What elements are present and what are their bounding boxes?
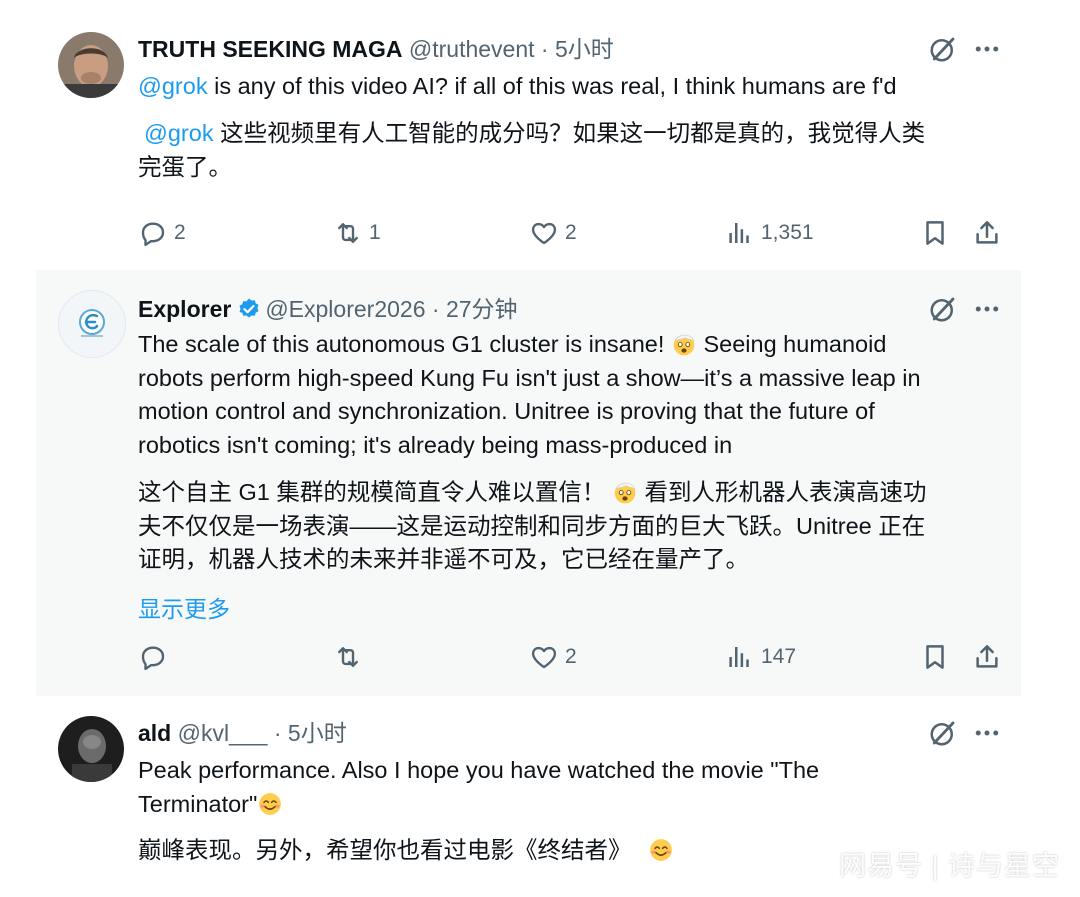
like-count: 2 (565, 645, 577, 668)
timestamp[interactable]: 27分钟 (446, 296, 518, 322)
tweet-text: Peak performance. Also I hope you have w… (138, 754, 819, 821)
smiling-face-emoji-icon (648, 837, 674, 863)
more-icon[interactable] (972, 718, 1002, 748)
reply-count: 2 (174, 221, 186, 244)
translation-line-2: 夫不仅仅是一场表演——这是运动控制和同步方面的巨大飞跃。Unitree 正在 (138, 512, 926, 539)
more-icon[interactable] (972, 34, 1002, 64)
translation-line-2: 完蛋了。 (138, 153, 232, 180)
translation-line-1: 巅峰表现。另外，希望你也看过电影《终结者》 (138, 837, 632, 863)
display-name[interactable]: TRUTH SEEKING MAGA (138, 36, 403, 62)
display-name[interactable]: ald (138, 720, 171, 746)
retweet-icon (333, 218, 363, 248)
separator: · (273, 720, 282, 746)
more-icon[interactable] (972, 294, 1002, 324)
avatar[interactable] (58, 290, 126, 358)
grok-icon[interactable] (928, 34, 958, 64)
reply-icon (138, 218, 168, 248)
tweet-text: @grok is any of this video AI? if all of… (138, 70, 897, 104)
tweet-header: TRUTH SEEKING MAGA @truthevent · 5小时 (138, 34, 614, 64)
avatar-image (58, 32, 124, 98)
tweet-line-2: robots perform high-speed Kung Fu isn't … (138, 364, 921, 391)
tweet-line-2: Terminator" (138, 790, 258, 817)
reply-button[interactable]: 2 (138, 218, 186, 248)
views-icon (725, 642, 755, 672)
tweet-header: ald @kvl___ · 5小时 (138, 718, 347, 748)
tweet-line-1: Peak performance. Also I hope you have w… (138, 757, 820, 783)
like-icon (529, 218, 559, 248)
avatar[interactable] (58, 716, 124, 782)
share-icon[interactable] (972, 218, 1002, 248)
tweet-1: TRUTH SEEKING MAGA @truthevent · 5小时 @gr… (0, 0, 1080, 268)
handle[interactable]: @Explorer2026 (265, 296, 425, 322)
view-count: 1,351 (761, 221, 814, 244)
like-count: 2 (565, 221, 577, 244)
tweet-translation: 这个自主 G1 集群的规模简直令人难以置信！ 看到人形机器人表演高速功 夫不仅仅… (138, 476, 1008, 577)
translation-line-1a: 这个自主 G1 集群的规模简直令人难以置信！ (138, 479, 606, 505)
retweet-icon (333, 642, 363, 672)
views-icon (725, 218, 755, 248)
share-icon[interactable] (972, 642, 1002, 672)
handle[interactable]: @truthevent (409, 36, 535, 62)
display-name[interactable]: Explorer (138, 296, 231, 322)
translation-line-1: 这些视频里有人工智能的成分吗？如果这一切都是真的，我觉得人类 (213, 120, 926, 146)
avatar-image (58, 716, 124, 782)
tweet-header: Explorer @Explorer2026 · 27分钟 (138, 294, 518, 324)
translation-line-1b: 看到人形机器人表演高速功 (637, 479, 927, 505)
tweet-2: Explorer @Explorer2026 · 27分钟 The scale o… (36, 270, 1021, 696)
grok-icon[interactable] (928, 294, 958, 324)
views-button[interactable]: 147 (725, 642, 796, 672)
mention-link-zh[interactable]: @grok (144, 120, 214, 146)
tweet-line-4: robotics isn't coming; it's already bein… (138, 431, 733, 458)
bookmark-icon[interactable] (920, 218, 950, 248)
show-more-link[interactable]: 显示更多 (138, 590, 230, 624)
mention-link[interactable]: @grok (138, 73, 208, 99)
timestamp[interactable]: 5小时 (555, 36, 614, 62)
tweet-text: The scale of this autonomous G1 cluster … (138, 328, 1008, 462)
retweet-button[interactable] (333, 642, 363, 672)
reply-icon (138, 642, 168, 672)
tweet-line-3: motion control and synchronization. Unit… (138, 398, 875, 424)
grok-icon[interactable] (928, 718, 958, 748)
views-button[interactable]: 1,351 (725, 218, 814, 248)
separator: · (431, 296, 440, 322)
tweet-line-1b: Seeing humanoid (696, 331, 887, 357)
timestamp[interactable]: 5小时 (288, 720, 347, 746)
avatar[interactable] (58, 32, 124, 98)
watermark: 网易号 | 诗与星空 (838, 851, 1060, 881)
verified-badge-icon (239, 298, 259, 318)
like-icon (529, 642, 559, 672)
tweet-text-en: is any of this video AI? if all of this … (207, 73, 897, 99)
smiling-face-emoji-icon (257, 791, 283, 817)
like-button[interactable]: 2 (529, 218, 577, 248)
retweet-button[interactable]: 1 (333, 218, 381, 248)
bookmark-icon[interactable] (920, 642, 950, 672)
tweet-line-1a: The scale of this autonomous G1 cluster … (138, 331, 665, 357)
tweet-translation: @grok 这些视频里有人工智能的成分吗？如果这一切都是真的，我觉得人类 完蛋了… (138, 117, 925, 184)
avatar-image (59, 291, 125, 357)
exploding-head-emoji-icon (612, 479, 638, 505)
handle[interactable]: @kvl___ (178, 720, 268, 746)
exploding-head-emoji-icon (671, 331, 697, 357)
translation-line-3: 证明，机器人技术的未来并非遥不可及，它已经在量产了。 (138, 546, 749, 572)
reply-button[interactable] (138, 642, 168, 672)
like-button[interactable]: 2 (529, 642, 577, 672)
separator: · (540, 36, 549, 62)
retweet-count: 1 (369, 221, 381, 244)
view-count: 147 (761, 645, 797, 668)
tweet-translation: 巅峰表现。另外，希望你也看过电影《终结者》 (138, 834, 674, 868)
